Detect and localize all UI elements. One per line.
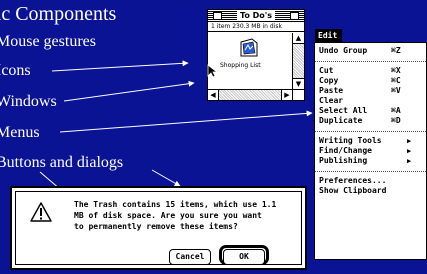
alert-message-line: MB of disk space. Are you sure you want [74, 211, 262, 220]
slide-title: sic Components [0, 3, 117, 25]
close-box-icon[interactable] [213, 12, 222, 20]
menu-label: Copy [319, 76, 339, 85]
menu-item-duplicate[interactable]: Duplicate ⌘D [315, 116, 427, 126]
file-label[interactable]: Shopping List [220, 62, 261, 69]
submenu-arrow-icon: ▶ [407, 147, 412, 155]
scroll-left-icon[interactable]: ◀ [208, 90, 219, 100]
menu-item-find-change[interactable]: Find/Change ▶ [315, 146, 427, 156]
window-title-bar[interactable]: To Do's [208, 10, 304, 22]
edit-menu-title[interactable]: Edit [315, 29, 342, 42]
menu-label: Publishing [319, 156, 368, 165]
menu-shortcut: ⌘A [391, 106, 401, 115]
menu-shortcut: ⌘C [391, 76, 401, 85]
menu-item-copy[interactable]: Copy ⌘C [315, 76, 427, 86]
ok-button[interactable]: OK [223, 249, 265, 265]
vertical-scrollbar[interactable]: ▲ ▼ [292, 33, 304, 89]
menu-item-publishing[interactable]: Publishing ▶ [315, 156, 427, 166]
menu-shortcut: ⌘Z [391, 46, 401, 55]
menu-label: Show Clipboard [319, 186, 387, 195]
menu-item-show-clipboard[interactable]: Show Clipboard [315, 186, 427, 196]
menu-item-preferences[interactable]: Preferences... [315, 176, 427, 186]
menu-item-writing-tools[interactable]: Writing Tools ▶ [315, 136, 427, 146]
bullet-windows: Windows [0, 93, 57, 110]
finder-window[interactable]: To Do's 1 item 230.3 MB in disk Shopping… [207, 9, 305, 101]
resize-box-icon[interactable] [292, 89, 304, 100]
menu-divider [315, 171, 427, 172]
menu-item-clear[interactable]: Clear [315, 96, 427, 106]
arrow-menus [59, 110, 313, 133]
arrow-windows [63, 80, 195, 102]
alert-message: The Trash contains 15 items, which use 1… [74, 199, 302, 232]
window-info-bar: 1 item 230.3 MB in disk [208, 22, 304, 32]
menu-item-undo[interactable]: Undo Group ⌘Z [315, 46, 427, 56]
submenu-arrow-icon: ▶ [407, 157, 412, 165]
menu-label: Writing Tools [319, 136, 382, 145]
scroll-down-icon[interactable]: ▼ [293, 78, 304, 89]
menu-shortcut: ⌘V [391, 86, 401, 95]
menu-label: Clear [319, 96, 344, 105]
arrow-buttons [151, 169, 181, 187]
menu-shortcut: ⌘D [391, 116, 401, 125]
mouse-pointer-icon [207, 64, 217, 78]
menu-label: Find/Change [319, 146, 372, 155]
arrow-icons [51, 60, 189, 72]
menu-divider [315, 131, 427, 132]
document-icon[interactable] [238, 38, 260, 58]
caution-icon [30, 202, 52, 222]
alert-message-line: to permanently remove these items? [74, 222, 238, 231]
menu-label: Select All [319, 106, 368, 115]
menu-item-paste[interactable]: Paste ⌘V [315, 86, 427, 96]
window-title: To Do's [236, 10, 276, 21]
menu-shortcut: ⌘X [391, 66, 401, 75]
cancel-button[interactable]: Cancel [169, 249, 211, 265]
alert-message-line: The Trash contains 15 items, which use 1… [74, 200, 277, 209]
bullet-icons: Icons [0, 62, 31, 79]
menu-label: Duplicate [319, 116, 363, 125]
scroll-up-icon[interactable]: ▲ [293, 33, 304, 44]
menu-label: Cut [319, 66, 334, 75]
edit-menu[interactable]: Undo Group ⌘Z Cut ⌘X Copy ⌘C Paste ⌘V Cl… [314, 42, 427, 260]
menu-label: Paste [319, 86, 344, 95]
submenu-arrow-icon: ▶ [407, 137, 412, 145]
scroll-right-icon[interactable]: ▶ [281, 90, 292, 100]
alert-dialog: The Trash contains 15 items, which use 1… [10, 186, 307, 270]
horizontal-scrollbar[interactable]: ◀ ▶ [208, 89, 292, 100]
menu-item-select-all[interactable]: Select All ⌘A [315, 106, 427, 116]
bullet-mouse-gestures: Mouse gestures [0, 33, 96, 50]
zoom-box-icon[interactable] [290, 12, 299, 20]
menu-label: Undo Group [319, 46, 368, 55]
menu-item-cut[interactable]: Cut ⌘X [315, 66, 427, 76]
menu-label: Preferences... [319, 176, 387, 185]
bullet-menus: Menus [0, 124, 40, 141]
menu-divider [315, 61, 427, 62]
window-content: Shopping List [208, 33, 292, 89]
bullet-buttons-dialogs: Buttons and dialogs [0, 154, 124, 171]
